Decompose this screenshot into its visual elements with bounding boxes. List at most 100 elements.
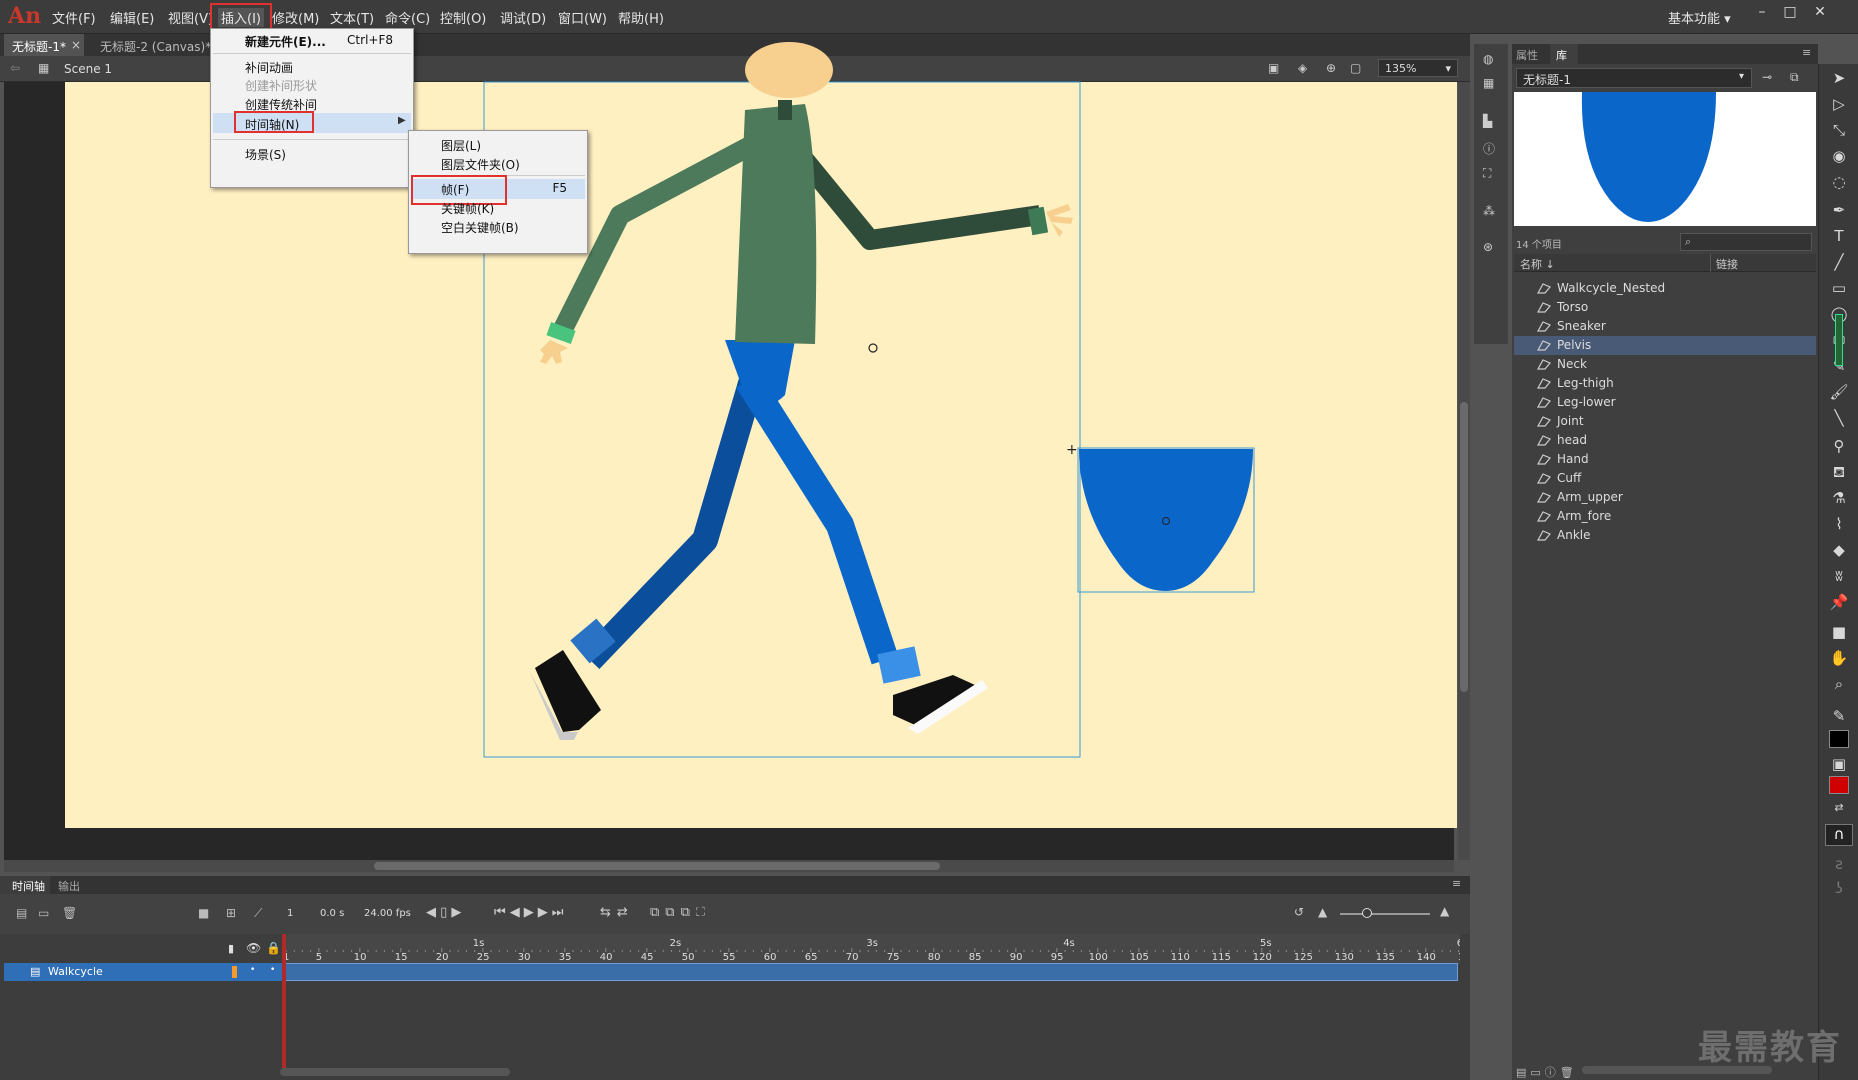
- swap-colors-icon[interactable]: ⇄: [1829, 798, 1849, 818]
- hscroll-thumb[interactable]: [374, 862, 940, 870]
- motion-editor-icon[interactable]: ◍: [1483, 52, 1493, 66]
- frame-rate[interactable]: 24.00 fps: [364, 908, 411, 919]
- paint-bucket-icon[interactable]: ⛾: [1829, 462, 1849, 482]
- library-item[interactable]: Walkcycle_Nested: [1514, 279, 1816, 298]
- lock-dot-icon[interactable]: •: [270, 965, 275, 975]
- tools-scroll-indicator[interactable]: [1835, 314, 1843, 366]
- col-name[interactable]: 名称 ↓: [1520, 256, 1555, 272]
- camera-tool-icon[interactable]: ■: [1829, 622, 1849, 642]
- frame-zoom-handle[interactable]: [1362, 908, 1372, 918]
- close-icon[interactable]: ✕: [1808, 4, 1832, 24]
- tab-timeline[interactable]: 时间轴: [12, 878, 45, 894]
- frame-zoom-slider[interactable]: [1340, 913, 1430, 915]
- playhead[interactable]: [282, 934, 286, 1074]
- maximize-icon[interactable]: □: [1778, 4, 1802, 24]
- 3d-rotation-icon[interactable]: ◉: [1829, 146, 1849, 166]
- menu-layer-folder[interactable]: 图层文件夹(O): [441, 156, 520, 173]
- visible-dot-icon[interactable]: •: [250, 965, 255, 975]
- zoom-in-icon[interactable]: ▲: [1440, 904, 1449, 918]
- eye-icon[interactable]: 👁: [246, 941, 261, 955]
- library-item[interactable]: Torso: [1514, 298, 1816, 317]
- grid-panel-icon[interactable]: ▦: [1483, 76, 1494, 90]
- zoom-tool-icon[interactable]: ⌕: [1829, 674, 1849, 694]
- graph-icon[interactable]: ⟋: [254, 906, 262, 921]
- line-tool-icon[interactable]: ╱: [1829, 252, 1849, 272]
- timeline-hscroll[interactable]: [280, 1068, 510, 1076]
- new-library-icon[interactable]: ⧉: [1790, 70, 1799, 85]
- menu-blank-keyframe[interactable]: 空白关键帧(B): [441, 219, 519, 236]
- snap-magnet-icon[interactable]: ∩: [1825, 824, 1853, 846]
- trash-icon[interactable]: 🗑: [62, 906, 77, 920]
- menu-layer[interactable]: 图层(L): [441, 137, 481, 154]
- stroke-color-pencil-icon[interactable]: ✎: [1829, 706, 1849, 726]
- selection-tool-icon[interactable]: ➤: [1829, 68, 1849, 88]
- library-search[interactable]: ⌕: [1680, 233, 1812, 251]
- new-folder-icon[interactable]: ▭: [38, 906, 49, 920]
- tab-properties[interactable]: 属性: [1516, 47, 1538, 63]
- eraser-icon[interactable]: ◆: [1829, 540, 1849, 560]
- rectangle-tool-icon[interactable]: ▭: [1829, 278, 1849, 298]
- library-item[interactable]: Neck: [1514, 355, 1816, 374]
- components-icon[interactable]: ⁂: [1483, 204, 1495, 218]
- library-item[interactable]: Leg-lower: [1514, 393, 1816, 412]
- text-tool-icon[interactable]: T: [1829, 226, 1849, 246]
- parent-view-icon[interactable]: ⊞: [226, 906, 236, 920]
- col-link[interactable]: 链接: [1716, 256, 1738, 272]
- lasso-icon[interactable]: ◌: [1829, 172, 1849, 192]
- free-transform-icon[interactable]: ⤡: [1829, 120, 1849, 140]
- hand-tool-icon[interactable]: ✋: [1829, 648, 1849, 668]
- align-icon[interactable]: ▙: [1483, 114, 1492, 128]
- loop-toggle-icon[interactable]: ↺: [1294, 905, 1304, 919]
- library-item[interactable]: Leg-thigh: [1514, 374, 1816, 393]
- library-item[interactable]: Ankle: [1514, 526, 1816, 545]
- library-item[interactable]: Arm_upper: [1514, 488, 1816, 507]
- library-item[interactable]: Cuff: [1514, 469, 1816, 488]
- pin-icon[interactable]: ⊸: [1762, 70, 1772, 84]
- workspace-switcher[interactable]: 基本功能 ▾: [1668, 8, 1731, 27]
- library-item[interactable]: head: [1514, 431, 1816, 450]
- panel-menu-icon[interactable]: ≡: [1452, 877, 1461, 890]
- library-item[interactable]: Pelvis: [1514, 336, 1816, 355]
- loop-icon[interactable]: ⇆⇄: [600, 905, 634, 920]
- show-all-icon[interactable]: ▮: [228, 942, 234, 955]
- eyedropper-icon[interactable]: ⌇: [1829, 514, 1849, 534]
- subselection-tool-icon[interactable]: ▷: [1829, 94, 1849, 114]
- horizontal-scrollbar[interactable]: [4, 860, 1454, 872]
- layer-name[interactable]: Walkcycle: [48, 965, 103, 978]
- panel-menu-icon[interactable]: ≡: [1802, 46, 1811, 59]
- brush-icon[interactable]: 🖌: [1829, 382, 1849, 402]
- layer-row-walkcycle[interactable]: ▤ Walkcycle • •: [4, 963, 282, 981]
- zoom-out-icon[interactable]: ▲: [1318, 905, 1327, 919]
- current-time[interactable]: 0.0 s: [320, 908, 344, 919]
- library-footer-icons[interactable]: ▤▭ⓘ🗑: [1516, 1064, 1578, 1080]
- new-layer-icon[interactable]: ▤: [16, 906, 27, 920]
- stroke-color-swatch[interactable]: [1829, 730, 1849, 748]
- pen-icon[interactable]: ✒: [1829, 200, 1849, 220]
- fill-bucket-icon[interactable]: ▣: [1829, 754, 1849, 774]
- tab-library[interactable]: 库: [1556, 47, 1567, 63]
- menu-motion-tween[interactable]: 补间动画: [245, 59, 293, 76]
- menu-scene[interactable]: 场景(S): [245, 146, 286, 163]
- menu-keyframe[interactable]: 关键帧(K): [441, 200, 494, 217]
- lock-icon[interactable]: 🔒: [266, 941, 281, 955]
- layer-color[interactable]: [232, 966, 237, 978]
- bone-tool-icon[interactable]: ⚲: [1829, 436, 1849, 456]
- library-item[interactable]: Arm_fore: [1514, 507, 1816, 526]
- transform-icon[interactable]: ⛶: [1483, 166, 1491, 181]
- prev-icon[interactable]: ◀ ▯ ▶: [426, 905, 461, 920]
- cc-libraries-icon[interactable]: ⊛: [1483, 240, 1493, 254]
- library-item[interactable]: Sneaker: [1514, 317, 1816, 336]
- onion-skin-icon[interactable]: ⧉⧉⧉⛶: [650, 905, 711, 920]
- menu-new-symbol[interactable]: 新建元件(E)...: [245, 33, 326, 50]
- frame-ruler[interactable]: 1s2s3s4s5s6s 151015202530354045505560657…: [282, 934, 1477, 964]
- ink-bottle-icon[interactable]: ⚗: [1829, 488, 1849, 508]
- width-tool-icon[interactable]: ʬ: [1829, 566, 1849, 586]
- current-frame[interactable]: 1: [287, 908, 293, 919]
- fill-color-swatch[interactable]: [1829, 776, 1849, 794]
- asset-warp-icon[interactable]: 📌: [1829, 592, 1849, 612]
- camera-icon[interactable]: ■: [198, 906, 209, 920]
- library-item[interactable]: Joint: [1514, 412, 1816, 431]
- paint-brush-icon[interactable]: ╲: [1829, 408, 1849, 428]
- tab-output[interactable]: 输出: [58, 878, 80, 894]
- vertical-scrollbar[interactable]: [1458, 82, 1470, 860]
